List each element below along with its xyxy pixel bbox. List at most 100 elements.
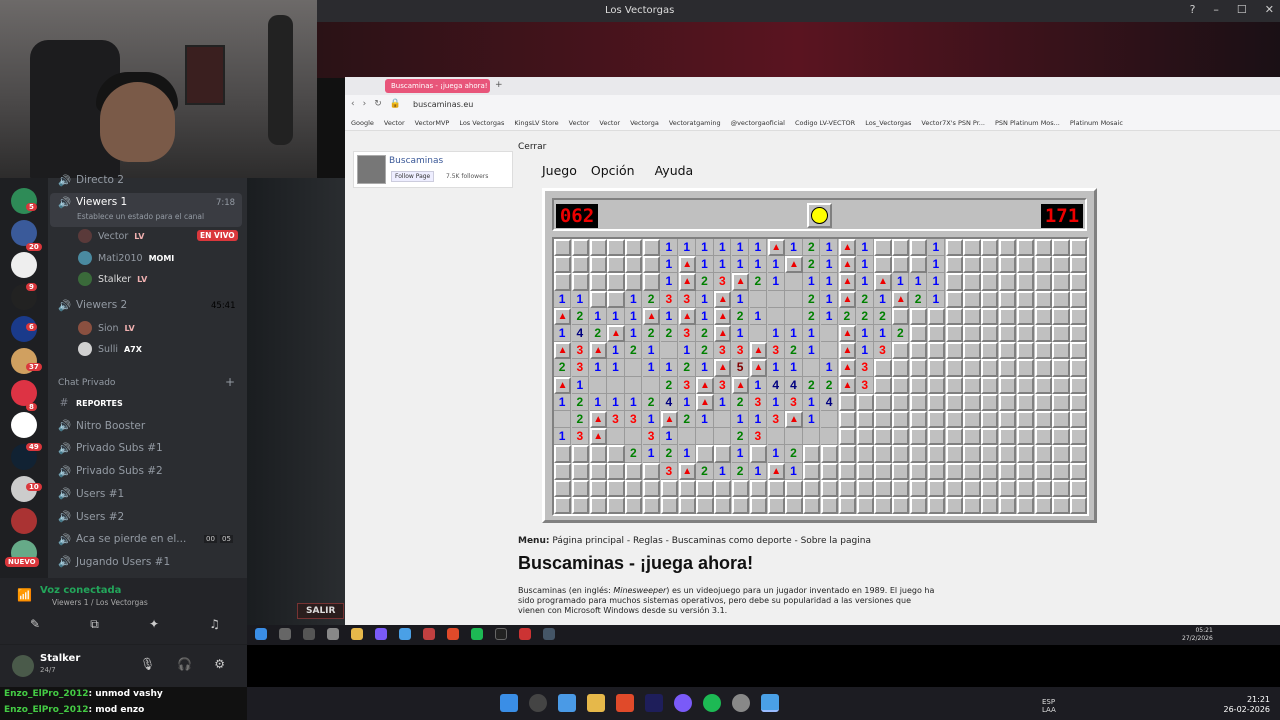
mine-cell-number[interactable]: 4 xyxy=(821,393,839,411)
channel-status[interactable]: Establece un estado para el canal xyxy=(77,212,204,221)
mine-cell[interactable] xyxy=(963,497,981,515)
mine-cell[interactable] xyxy=(999,497,1017,515)
mine-cell[interactable] xyxy=(589,290,607,308)
mine-cell[interactable] xyxy=(856,393,874,411)
channel-item[interactable]: # REPORTES xyxy=(58,393,123,413)
mine-cell-number[interactable]: 1 xyxy=(696,239,714,257)
mine-cell[interactable] xyxy=(838,497,856,515)
mine-cell-number[interactable]: 1 xyxy=(749,239,767,257)
mine-cell-number[interactable]: 1 xyxy=(696,359,714,377)
mine-cell[interactable] xyxy=(874,256,892,274)
server-icon[interactable] xyxy=(11,412,37,438)
mine-cell-number[interactable]: 1 xyxy=(554,290,572,308)
voice-user[interactable]: Mati2010 MOMI xyxy=(78,251,174,265)
mine-cell[interactable] xyxy=(589,273,607,291)
channel-item[interactable]: 🔊 Privado Subs #1 xyxy=(58,438,163,458)
mine-cell-number[interactable]: 1 xyxy=(927,239,945,257)
mine-cell[interactable] xyxy=(803,359,821,377)
app-icon[interactable] xyxy=(327,628,339,640)
fb-follow-button[interactable]: Follow Page xyxy=(391,171,435,182)
mine-cell-number[interactable]: 1 xyxy=(892,273,910,291)
back-icon[interactable]: ‹ xyxy=(351,99,355,109)
mine-cell-number[interactable]: 1 xyxy=(678,342,696,360)
mine-cell[interactable] xyxy=(963,376,981,394)
flag-icon[interactable]: ▲ xyxy=(785,411,803,429)
mine-cell[interactable] xyxy=(660,497,678,515)
mine-cell-number[interactable]: 1 xyxy=(554,428,572,446)
mine-cell[interactable] xyxy=(589,445,607,463)
minimize-icon[interactable]: – xyxy=(1213,3,1219,16)
menu-opcion[interactable]: Opción xyxy=(591,163,635,178)
mine-cell-number[interactable]: 3 xyxy=(767,342,785,360)
flag-icon[interactable]: ▲ xyxy=(749,359,767,377)
mine-cell[interactable] xyxy=(554,239,572,257)
mine-cell[interactable] xyxy=(589,497,607,515)
mine-cell[interactable] xyxy=(1034,307,1052,325)
mine-cell[interactable] xyxy=(1070,376,1088,394)
channel-viewers2[interactable]: 🔊 Viewers 2 xyxy=(58,295,127,315)
mine-cell[interactable] xyxy=(1070,497,1088,515)
flag-icon[interactable]: ▲ xyxy=(892,290,910,308)
mine-cell[interactable] xyxy=(981,393,999,411)
mine-cell-number[interactable]: 1 xyxy=(732,325,750,343)
mine-cell[interactable] xyxy=(892,428,910,446)
flag-icon[interactable]: ▲ xyxy=(714,325,732,343)
mine-cell-number[interactable]: 1 xyxy=(767,273,785,291)
channel-item[interactable]: 🔊 Jugando Users #1 xyxy=(58,552,170,572)
settings-gear-icon[interactable]: ⚙ xyxy=(214,657,225,671)
mine-cell[interactable] xyxy=(892,411,910,429)
channel-item[interactable]: 🔊 Privado Subs #2 xyxy=(58,461,163,481)
mine-cell[interactable] xyxy=(643,256,661,274)
flag-icon[interactable]: ▲ xyxy=(678,273,696,291)
bookmark-item[interactable]: Google xyxy=(351,119,374,127)
microphone-icon[interactable]: 🎙 xyxy=(140,657,155,671)
mine-cell[interactable] xyxy=(625,256,643,274)
mine-cell[interactable] xyxy=(874,445,892,463)
mine-cell-number[interactable]: 1 xyxy=(554,325,572,343)
mine-cell[interactable] xyxy=(927,497,945,515)
mine-cell[interactable] xyxy=(963,290,981,308)
mine-cell[interactable] xyxy=(1016,462,1034,480)
app-icon[interactable] xyxy=(519,628,531,640)
mine-cell[interactable] xyxy=(821,445,839,463)
mine-cell[interactable] xyxy=(981,497,999,515)
mine-cell[interactable] xyxy=(910,393,928,411)
mine-cell[interactable] xyxy=(945,445,963,463)
mine-cell[interactable] xyxy=(1034,325,1052,343)
maximize-icon[interactable]: ☐ xyxy=(1237,3,1247,16)
mine-cell[interactable] xyxy=(643,462,661,480)
mine-cell[interactable] xyxy=(1016,445,1034,463)
mine-cell-number[interactable]: 2 xyxy=(821,376,839,394)
mine-cell[interactable] xyxy=(821,411,839,429)
mine-cell[interactable] xyxy=(945,497,963,515)
flag-icon[interactable]: ▲ xyxy=(607,325,625,343)
mine-cell-number[interactable]: 1 xyxy=(678,239,696,257)
mine-cell[interactable] xyxy=(643,239,661,257)
mine-cell[interactable] xyxy=(910,307,928,325)
mine-cell[interactable] xyxy=(803,479,821,497)
mine-cell[interactable] xyxy=(910,359,928,377)
mine-cell[interactable] xyxy=(1070,411,1088,429)
mine-cell[interactable] xyxy=(856,462,874,480)
mine-cell-number[interactable]: 3 xyxy=(749,393,767,411)
mine-cell[interactable] xyxy=(838,428,856,446)
mine-cell[interactable] xyxy=(554,497,572,515)
mine-cell-number[interactable]: 2 xyxy=(785,445,803,463)
mine-cell[interactable] xyxy=(589,239,607,257)
mine-cell-number[interactable]: 1 xyxy=(821,290,839,308)
mine-cell-number[interactable]: 3 xyxy=(785,393,803,411)
mine-cell-number[interactable]: 2 xyxy=(643,325,661,343)
mine-cell-number[interactable]: 1 xyxy=(714,256,732,274)
mine-cell[interactable] xyxy=(856,445,874,463)
mine-cell-number[interactable]: 1 xyxy=(927,273,945,291)
mine-cell[interactable] xyxy=(945,359,963,377)
mine-cell-number[interactable]: 3 xyxy=(678,325,696,343)
mine-cell-number[interactable]: 1 xyxy=(785,462,803,480)
mine-cell[interactable] xyxy=(927,393,945,411)
mine-cell[interactable] xyxy=(607,479,625,497)
mine-cell-number[interactable]: 2 xyxy=(625,445,643,463)
mine-cell-number[interactable]: 1 xyxy=(643,411,661,429)
mine-cell-number[interactable]: 1 xyxy=(660,239,678,257)
mine-cell-number[interactable]: 1 xyxy=(732,256,750,274)
mine-cell[interactable] xyxy=(981,428,999,446)
